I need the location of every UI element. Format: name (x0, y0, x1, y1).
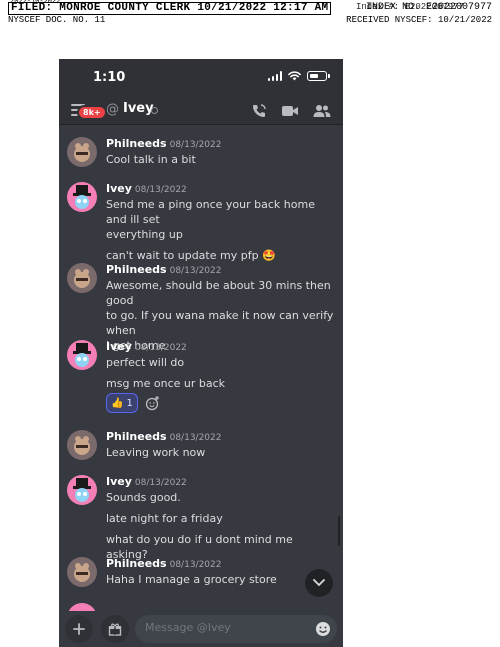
message-author[interactable]: Philneeds (106, 137, 167, 150)
message-timestamp: 08/13/2022 (169, 560, 222, 570)
avatar-ivey[interactable] (67, 475, 97, 505)
message-author[interactable]: Philneeds (106, 557, 167, 570)
message-text: Cool talk in a bit (106, 153, 196, 166)
at-icon: @ (106, 102, 119, 117)
gift-icon (108, 623, 122, 636)
channel-name[interactable]: Ivey (123, 101, 154, 116)
message-timestamp: 08/13/2022 (134, 478, 187, 488)
avatar-philneeds[interactable] (67, 137, 97, 167)
message-timestamp: 08/13/2022 (169, 433, 222, 443)
gift-button[interactable] (101, 615, 129, 643)
message-timestamp: 08/13/2022 (134, 185, 187, 195)
chevron-down-icon (313, 579, 325, 587)
channel-header: 8k+ @ Ivey (59, 97, 343, 125)
reaction-count: 1 (126, 397, 133, 409)
discord-dm-screen: 1:10 8k+ @ Ivey Philneeds 08/13/2022 Coo… (59, 59, 343, 647)
message-text: late night for a friday (106, 512, 223, 525)
message-timestamp: 08/13/2022 (134, 343, 187, 353)
status-bar: 1:10 (59, 59, 343, 97)
avatar-ivey[interactable] (67, 340, 97, 370)
message-input-placeholder: Message @Ivey (145, 621, 231, 634)
message-author[interactable]: Ivey (106, 475, 132, 488)
battery-icon (307, 71, 330, 81)
message-timestamp: 08/13/2022 (169, 140, 222, 150)
avatar-philneeds[interactable] (67, 263, 97, 293)
index-number: INDEX NO. E2022007977 (365, 2, 492, 13)
message-text: can't wait to update my pfp 🤩 (106, 249, 276, 262)
emoji-icon[interactable] (315, 621, 331, 637)
message-text: Leaving work now (106, 446, 206, 459)
plus-icon (73, 623, 85, 635)
message-text: Haha I manage a grocery store (106, 573, 277, 586)
avatar-ivey[interactable] (67, 182, 97, 212)
doc-number: NYSCEF DOC. NO. 11 (8, 15, 106, 25)
message-author[interactable]: Ivey (106, 182, 132, 195)
message-text: to go. If you wana make it now can verif… (106, 309, 334, 337)
message-input[interactable]: Message @Ivey (135, 615, 337, 643)
unread-badge: 8k+ (77, 105, 107, 120)
status-icons (267, 71, 330, 81)
message-text: msg me once ur back (106, 377, 226, 390)
message-text: Sounds good. (106, 491, 181, 504)
plus-button[interactable] (65, 615, 93, 643)
avatar-philneeds[interactable] (67, 430, 97, 460)
message-timestamp: 08/13/2022 (169, 266, 222, 276)
signal-icon (267, 71, 282, 81)
message-text: Send me a ping once your back home and i… (106, 198, 315, 226)
received-date: RECEIVED NYSCEF: 10/21/2022 (346, 15, 492, 25)
court-filing-header: FILED: MONROE COUNTY CLERK 10/21/2022 12… (8, 0, 492, 26)
call-icon[interactable] (251, 103, 267, 119)
message-author[interactable]: Philneeds (106, 263, 167, 276)
status-time: 1:10 (93, 70, 126, 85)
reaction-emoji: 👍 (111, 397, 124, 409)
scrollbar[interactable] (338, 516, 340, 546)
video-icon[interactable] (281, 104, 299, 118)
message-text: Awesome, should be about 30 mins then go… (106, 279, 331, 307)
presence-status-icon (151, 107, 158, 114)
message-text: everything up (106, 228, 183, 241)
message-author[interactable]: Ivey (106, 340, 132, 353)
message-composer: Message @Ivey (59, 611, 343, 647)
message-text: perfect will do (106, 356, 185, 369)
message-author[interactable]: Philneeds (106, 430, 167, 443)
filed-overlay-text: 2022-10-2022 (10, 0, 61, 6)
thumbs-up-reaction[interactable]: 👍 1 (106, 393, 138, 413)
avatar-philneeds[interactable] (67, 557, 97, 587)
wifi-icon (288, 71, 301, 81)
jump-to-bottom-button[interactable] (305, 569, 333, 597)
add-reaction-icon[interactable] (145, 395, 161, 411)
members-icon[interactable] (313, 104, 331, 118)
